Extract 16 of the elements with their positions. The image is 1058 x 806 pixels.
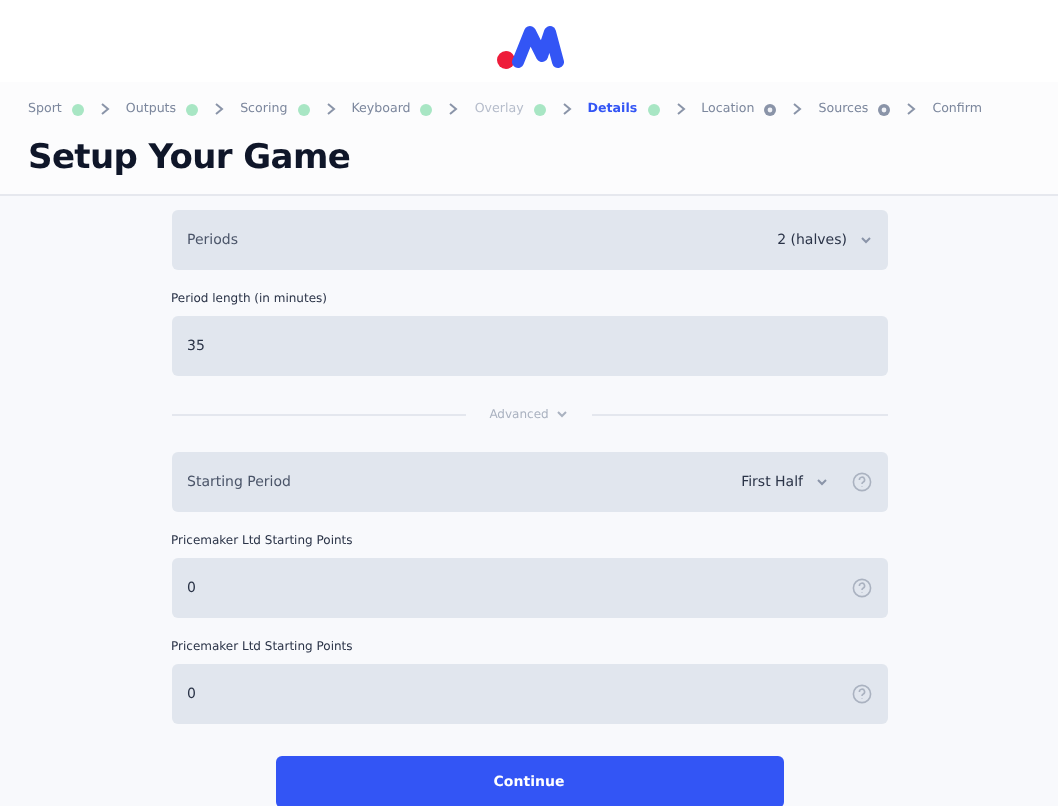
chevron-right-icon (325, 102, 336, 116)
chevron-right-icon (448, 102, 459, 116)
chevron-right-icon (906, 102, 917, 116)
chevron-down-icon (556, 410, 569, 418)
help-icon[interactable] (851, 472, 871, 492)
chevron-right-icon (99, 102, 110, 116)
chevron-down-icon (815, 478, 827, 486)
logo-icon (495, 22, 563, 70)
chevron-right-icon (792, 102, 803, 116)
help-icon[interactable] (851, 684, 871, 704)
chevron-right-icon (675, 102, 686, 116)
chevron-right-icon (214, 102, 225, 116)
page-title: Setup Your Game (28, 138, 353, 178)
chevron-down-icon (859, 236, 871, 244)
help-icon[interactable] (851, 578, 871, 598)
chevron-right-icon (561, 102, 572, 116)
